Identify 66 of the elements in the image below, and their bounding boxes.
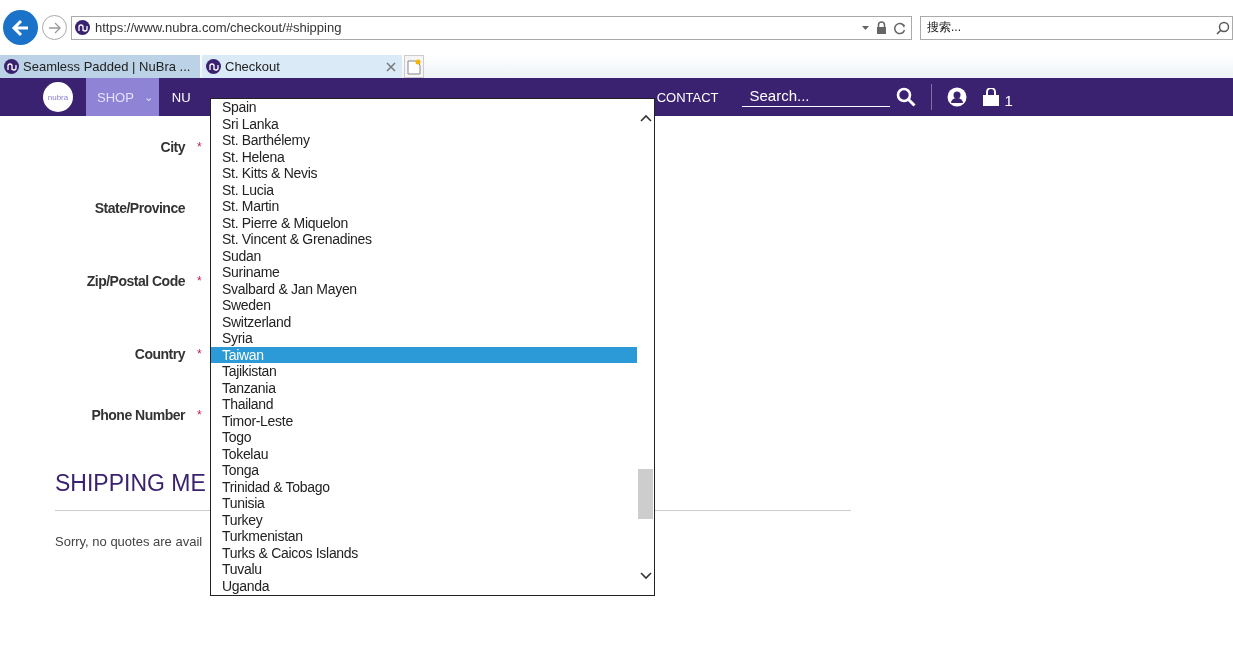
dropdown-option[interactable]: Syria [211,330,637,347]
field-label: Zip/Postal Code [85,272,185,289]
field-label: Country [133,345,185,362]
required-mark: * [197,346,202,361]
browser-tab[interactable]: Checkout [202,55,402,78]
dropdown-option[interactable]: Switzerland [211,313,637,330]
refresh-icon[interactable] [893,20,907,35]
dropdown-option[interactable]: Suriname [211,264,637,281]
country-dropdown-list[interactable] [210,98,655,596]
address-field[interactable]: https://www.nubra.com/checkout/#shipping [71,15,912,40]
search-field[interactable]: Search... [741,87,890,107]
dropdown-option[interactable]: St. Pierre & Miquelon [211,214,637,231]
back-button[interactable] [3,10,38,45]
dropdown-option[interactable]: St. Kitts & Nevis [211,165,637,182]
dropdown-option[interactable]: Tunisia [211,495,637,512]
scroll-down-icon[interactable] [638,571,653,581]
field-label: Phone Number [90,406,185,423]
required-mark: * [197,273,202,288]
field-label: State/Province [93,199,185,216]
back-arrow-icon [10,17,31,38]
required-mark: * [197,407,202,422]
dropdown-option[interactable]: St. Lucia [211,181,637,198]
section-heading: SHIPPING ME [55,470,206,497]
dropdown-option[interactable]: Svalbard & Jan Mayen [211,280,637,297]
logo[interactable]: nubra [43,82,73,112]
browser-tab[interactable]: Seamless Padded | NuBra ... [0,55,200,78]
site-icon [75,20,90,35]
scroll-up-icon[interactable] [638,113,653,123]
dropdown-option[interactable]: Sweden [211,297,637,314]
field-label: City [159,138,185,155]
dropdown-option[interactable]: Timor-Leste [211,412,637,429]
lock-icon [876,20,888,35]
dropdown-option[interactable]: Thailand [211,396,637,413]
browser-search-field[interactable]: 搜索... [920,15,1233,40]
shipping-message: Sorry, no quotes are avail [55,534,203,549]
dropdown-option[interactable]: St. Martin [211,198,637,215]
dropdown-option[interactable]: Sri Lanka [211,115,637,132]
dropdown-option[interactable]: Trinidad & Tobago [211,478,637,495]
dropdown-option[interactable]: Turks & Caicos Islands [211,544,637,561]
dropdown-option[interactable]: Tuvalu [211,561,637,578]
dropdown-option[interactable]: Uganda [211,577,637,594]
dropdown-option[interactable]: Togo [211,429,637,446]
dropdown-option[interactable]: Turkmenistan [211,528,637,545]
dropdown-option[interactable]: Tajikistan [211,363,637,380]
dropdown-option[interactable]: Tanzania [211,379,637,396]
dropdown-option[interactable]: Tokelau [211,445,637,462]
dropdown-option[interactable]: St. Helena [211,148,637,165]
dropdown-option[interactable]: Sudan [211,247,637,264]
close-icon[interactable] [386,61,396,72]
search-icon[interactable] [1216,20,1230,35]
required-mark: * [197,139,202,154]
dropdown-option[interactable]: Spain [211,99,637,116]
dropdown-option[interactable]: Turkey [211,511,637,528]
search-icon[interactable] [895,87,916,107]
forward-arrow-icon [47,20,62,35]
dropdown-option[interactable]: St. Barthélemy [211,132,637,149]
dropdown-option[interactable]: St. Vincent & Grenadines [211,231,637,248]
dropdown-option[interactable]: Tonga [211,462,637,479]
shopping-bag-icon[interactable] [981,87,1000,107]
site-icon [206,59,221,74]
nav-link[interactable]: NU [171,78,191,116]
cart-count: 1 [1004,91,1013,109]
scrollbar-thumb[interactable] [638,469,653,519]
site-icon [4,59,19,74]
user-icon[interactable] [946,87,967,107]
nav-link[interactable]: CONTACT [656,78,737,116]
